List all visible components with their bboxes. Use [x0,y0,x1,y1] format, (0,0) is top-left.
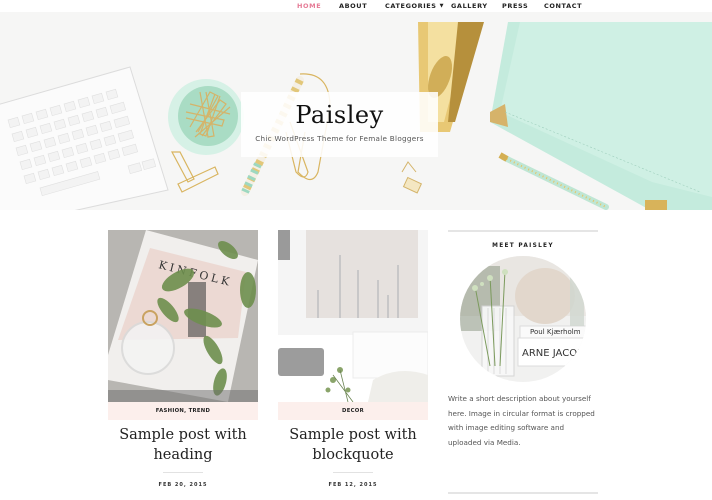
about-avatar: Poul Kjærholm ARNE JACOB [460,256,586,382]
sidebar: MEET PAISLEY Poul Kjærholm ARNE JACOB Wr… [448,230,598,494]
nav-home[interactable]: HOME [297,2,321,10]
post-divider [163,472,203,473]
header-banner: Paisley Chic WordPress Theme for Female … [0,12,712,210]
post-title[interactable]: Sample post with blockquote [278,425,428,465]
nav-contact[interactable]: CONTACT [544,2,582,10]
nav-categories-label: CATEGORIES [385,2,437,10]
nav-gallery[interactable]: GALLERY [451,2,488,10]
site-branding: Paisley Chic WordPress Theme for Female … [241,92,438,157]
nav-about[interactable]: ABOUT [339,2,367,10]
vase-books-image: Poul Kjærholm ARNE JACOB [460,256,586,382]
binder-clip-image [401,161,423,194]
post-categories[interactable]: DECOR [278,402,428,420]
post-date: FEB 12, 2015 [328,482,378,488]
chevron-down-icon: ▼ [439,3,445,9]
living-room-image [278,230,428,402]
sidebar-widget-title: MEET PAISLEY [492,243,554,249]
post-divider [333,472,373,473]
book-title-1: Poul Kjærholm [530,328,581,336]
sidebar-divider [448,230,598,232]
post-card: DECOR Sample post with blockquote FEB 12… [278,230,428,488]
main-navigation: HOME ABOUT CATEGORIES ▼ GALLERY PRESS CON… [0,0,712,12]
post-categories[interactable]: FASHION, TREND [108,402,258,420]
about-description: Write a short description about yourself… [448,394,595,448]
post-thumbnail[interactable] [278,230,428,402]
post-thumbnail[interactable]: KINFOLK [108,230,258,402]
site-title[interactable]: Paisley [241,100,438,130]
paperclip-bowl-image [168,79,244,155]
mint-notebook-image [490,22,712,210]
post-title[interactable]: Sample post with heading [108,425,258,465]
keyboard-image [0,66,169,210]
post-card: KINFOLK FASHION, TREND Sample post with … [108,230,258,488]
book-title-2: ARNE JACOB [522,348,584,359]
nav-press[interactable]: PRESS [502,2,528,10]
sidebar-divider [448,492,598,494]
kinfolk-magazine-image: KINFOLK [108,230,258,402]
site-tagline: Chic WordPress Theme for Female Bloggers [255,134,424,143]
nav-categories[interactable]: CATEGORIES ▼ [385,2,444,10]
post-date: FEB 20, 2015 [158,482,208,488]
